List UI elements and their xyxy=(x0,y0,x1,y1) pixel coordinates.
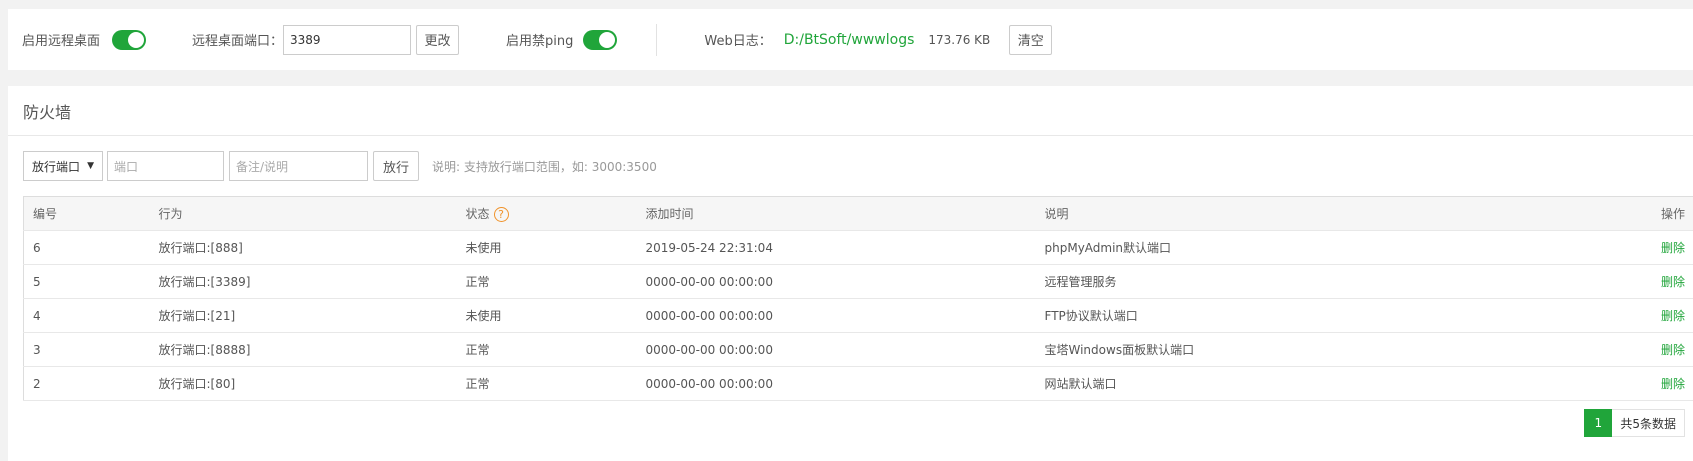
rule-type-value: 放行端口 xyxy=(32,159,81,174)
table-row: 5 放行端口:[3389] 正常 0000-00-00 00:00:00 远程管… xyxy=(23,264,1693,299)
firewall-title: 防火墙 xyxy=(8,86,1693,136)
cell-action: 放行端口:[21] xyxy=(149,298,457,333)
firewall-table: 编号 行为 状态? 添加时间 说明 操作 6 放行端口:[888] 未使用 20… xyxy=(23,196,1693,401)
toggle-knob xyxy=(599,31,616,48)
col-status: 状态? xyxy=(456,196,637,231)
delete-link[interactable]: 删除 xyxy=(1661,275,1685,289)
cell-added-time: 0000-00-00 00:00:00 xyxy=(636,332,1036,367)
cell-added-time: 0000-00-00 00:00:00 xyxy=(636,366,1036,401)
col-id: 编号 xyxy=(23,196,150,231)
cell-description: FTP协议默认端口 xyxy=(1035,298,1536,333)
delete-link[interactable]: 删除 xyxy=(1661,309,1685,323)
table-row: 2 放行端口:[80] 正常 0000-00-00 00:00:00 网站默认端… xyxy=(23,366,1693,401)
rule-type-select[interactable]: 放行端口 ▼ xyxy=(23,151,103,181)
cell-added-time: 0000-00-00 00:00:00 xyxy=(636,298,1036,333)
cell-description: 网站默认端口 xyxy=(1035,366,1536,401)
change-port-button[interactable]: 更改 xyxy=(416,24,460,55)
cell-added-time: 2019-05-24 22:31:04 xyxy=(636,230,1036,265)
disable-ping-toggle[interactable] xyxy=(583,29,618,50)
divider xyxy=(656,23,658,56)
cell-id: 5 xyxy=(23,264,150,299)
port-range-hint: 说明: 支持放行端口范围，如: 3000:3500 xyxy=(432,159,657,174)
col-status-label: 状态 xyxy=(465,207,490,221)
delete-link[interactable]: 删除 xyxy=(1661,343,1685,357)
web-log-label: Web日志： xyxy=(704,34,772,49)
delete-link[interactable]: 删除 xyxy=(1661,241,1685,255)
clear-log-button[interactable]: 清空 xyxy=(1009,24,1053,55)
toggle-knob xyxy=(128,31,145,48)
col-action: 行为 xyxy=(149,196,457,231)
remote-port-label: 远程桌面端口： xyxy=(192,34,284,49)
col-added-time: 添加时间 xyxy=(636,196,1036,231)
disable-ping-label: 启用禁ping xyxy=(506,34,574,49)
cell-status: 正常 xyxy=(456,332,637,367)
port-input[interactable]: 端口 xyxy=(107,151,224,181)
web-log-path-link[interactable]: D:/BtSoft/wwwlogs xyxy=(784,32,915,48)
cell-action: 放行端口:[80] xyxy=(149,366,457,401)
table-row: 6 放行端口:[888] 未使用 2019-05-24 22:31:04 php… xyxy=(23,230,1693,265)
delete-link[interactable]: 删除 xyxy=(1661,377,1685,391)
allow-port-button[interactable]: 放行 xyxy=(373,151,419,181)
firewall-toolbar: 放行端口 ▼ 端口 备注/说明 放行 说明: 支持放行端口范围，如: 3000:… xyxy=(23,151,657,181)
table-row: 4 放行端口:[21] 未使用 0000-00-00 00:00:00 FTP协… xyxy=(23,298,1693,333)
remote-desktop-toggle[interactable] xyxy=(112,29,147,50)
cell-action: 放行端口:[8888] xyxy=(149,332,457,367)
page-current[interactable]: 1 xyxy=(1584,409,1613,437)
cell-id: 2 xyxy=(23,366,150,401)
cell-description: 宝塔Windows面板默认端口 xyxy=(1035,332,1536,367)
cell-id: 6 xyxy=(23,230,150,265)
pagination: 1 共5条数据 xyxy=(1584,409,1685,437)
web-log-size: 173.76 KB xyxy=(928,32,991,47)
cell-status: 未使用 xyxy=(456,298,637,333)
note-input[interactable]: 备注/说明 xyxy=(229,151,368,181)
cell-action: 放行端口:[3389] xyxy=(149,264,457,299)
cell-status: 正常 xyxy=(456,366,637,401)
firewall-panel: 防火墙 放行端口 ▼ 端口 备注/说明 放行 说明: 支持放行端口范围，如: 3… xyxy=(8,86,1693,461)
remote-port-input[interactable]: 3389 xyxy=(283,24,412,55)
cell-id: 4 xyxy=(23,298,150,333)
cell-description: 远程管理服务 xyxy=(1035,264,1536,299)
table-row: 3 放行端口:[8888] 正常 0000-00-00 00:00:00 宝塔W… xyxy=(23,332,1693,367)
cell-id: 3 xyxy=(23,332,150,367)
page-total-count: 共5条数据 xyxy=(1612,409,1685,437)
cell-status: 正常 xyxy=(456,264,637,299)
cell-status: 未使用 xyxy=(456,230,637,265)
help-icon[interactable]: ? xyxy=(493,207,509,222)
table-header-row: 编号 行为 状态? 添加时间 说明 操作 xyxy=(23,196,1693,231)
col-description: 说明 xyxy=(1035,196,1536,231)
settings-bar: 启用远程桌面 远程桌面端口： 3389 更改 启用禁ping Web日志： D:… xyxy=(8,9,1693,70)
cell-added-time: 0000-00-00 00:00:00 xyxy=(636,264,1036,299)
col-operation: 操作 xyxy=(1535,196,1693,231)
caret-down-icon: ▼ xyxy=(87,161,94,171)
cell-action: 放行端口:[888] xyxy=(149,230,457,265)
remote-desktop-label: 启用远程桌面 xyxy=(22,34,101,49)
cell-description: phpMyAdmin默认端口 xyxy=(1035,230,1536,265)
